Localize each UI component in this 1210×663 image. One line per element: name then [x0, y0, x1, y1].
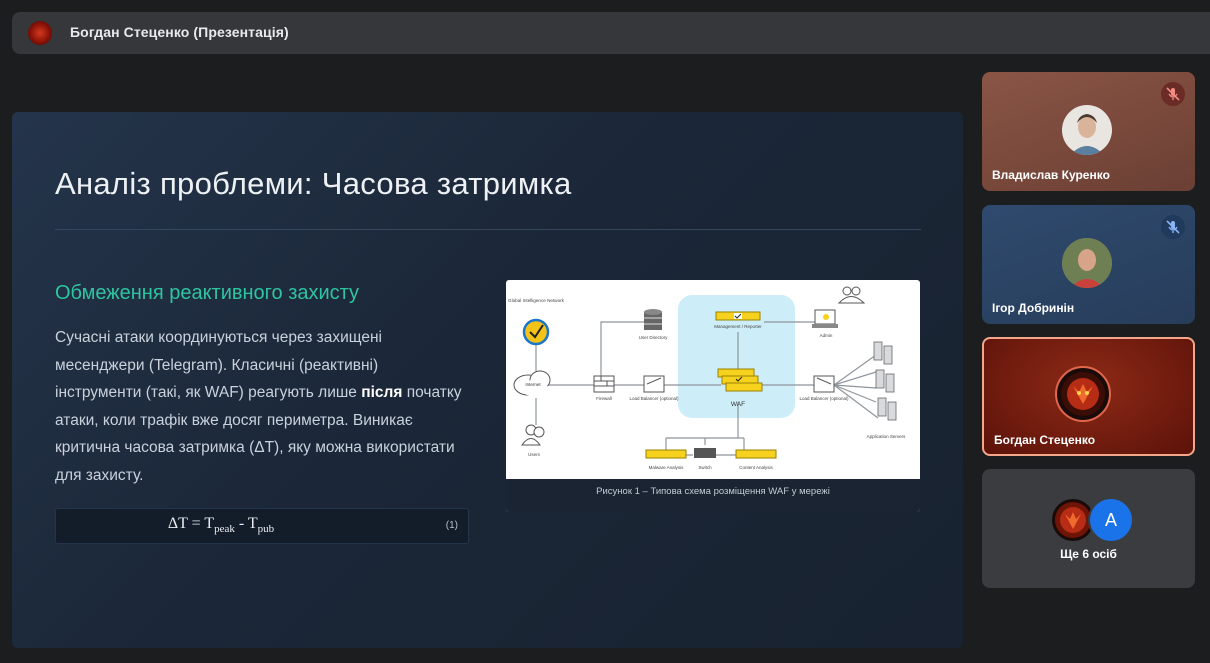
participant-avatar	[1055, 366, 1111, 422]
shared-slide: Аналіз проблеми: Часова затримка Обмежен…	[12, 112, 963, 648]
formula-box: ΔT = Tpeak - Tpub (1)	[55, 508, 469, 544]
figure-caption: Рисунок 1 – Типова схема розміщення WAF …	[506, 479, 920, 512]
body-bold: після	[361, 384, 403, 401]
participant-tile-ihor[interactable]: Ігор Добринін	[982, 205, 1195, 324]
mic-muted-icon	[1161, 215, 1185, 239]
slide-body: Сучасні атаки координуються через захище…	[55, 324, 465, 489]
avatar-letter: A	[1088, 497, 1134, 543]
svg-text:Internet: Internet	[525, 382, 541, 387]
slide-title: Аналіз проблеми: Часова затримка	[55, 166, 572, 201]
participant-tile-bohdan[interactable]: Богдан Стеценко	[982, 337, 1195, 456]
mic-muted-icon	[1161, 82, 1185, 106]
svg-text:Application Servers: Application Servers	[867, 434, 907, 439]
slide-divider	[55, 229, 921, 230]
participant-photo	[1062, 105, 1112, 155]
participant-tile-vladyslav[interactable]: Владислав Куренко	[982, 72, 1195, 191]
svg-text:Content Analysis: Content Analysis	[739, 465, 773, 470]
svg-text:Malware Analysis: Malware Analysis	[649, 465, 685, 470]
formula-number: (1)	[445, 520, 458, 531]
waf-diagram-figure: Global Intelligence Network Internet Use…	[506, 280, 920, 512]
svg-text:Users: Users	[528, 452, 541, 457]
more-participants-label: Ще 6 осіб	[1060, 547, 1117, 561]
participant-name: Владислав Куренко	[992, 168, 1110, 182]
svg-text:Switch: Switch	[698, 465, 712, 470]
participant-name: Ігор Добринін	[992, 301, 1075, 315]
body-text-1: Сучасні атаки координуються через захище…	[55, 329, 382, 401]
formula-equation: ΔT = Tpeak - Tpub	[167, 515, 275, 536]
svg-text:WAF: WAF	[731, 401, 745, 408]
svg-text:Load Balancer (optional): Load Balancer (optional)	[629, 396, 679, 401]
participant-photo	[1062, 238, 1112, 288]
more-participants-tile[interactable]: A Ще 6 осіб	[982, 469, 1195, 588]
presenter-bar: Богдан Стеценко (Презентація)	[12, 12, 1210, 54]
presenter-title: Богдан Стеценко (Презентація)	[70, 24, 289, 40]
svg-text:Global Intelligence Network: Global Intelligence Network	[508, 298, 565, 303]
svg-text:Firewall: Firewall	[596, 396, 612, 401]
svg-text:User Directory: User Directory	[639, 335, 669, 340]
participant-name: Богдан Стеценко	[994, 433, 1096, 447]
svg-text:Management / Reporter: Management / Reporter	[714, 324, 762, 329]
svg-text:Load Balancer (optional): Load Balancer (optional)	[799, 396, 849, 401]
slide-subtitle: Обмеження реактивного захисту	[55, 282, 360, 304]
presenter-avatar	[28, 21, 52, 45]
svg-text:Admin: Admin	[820, 333, 833, 338]
